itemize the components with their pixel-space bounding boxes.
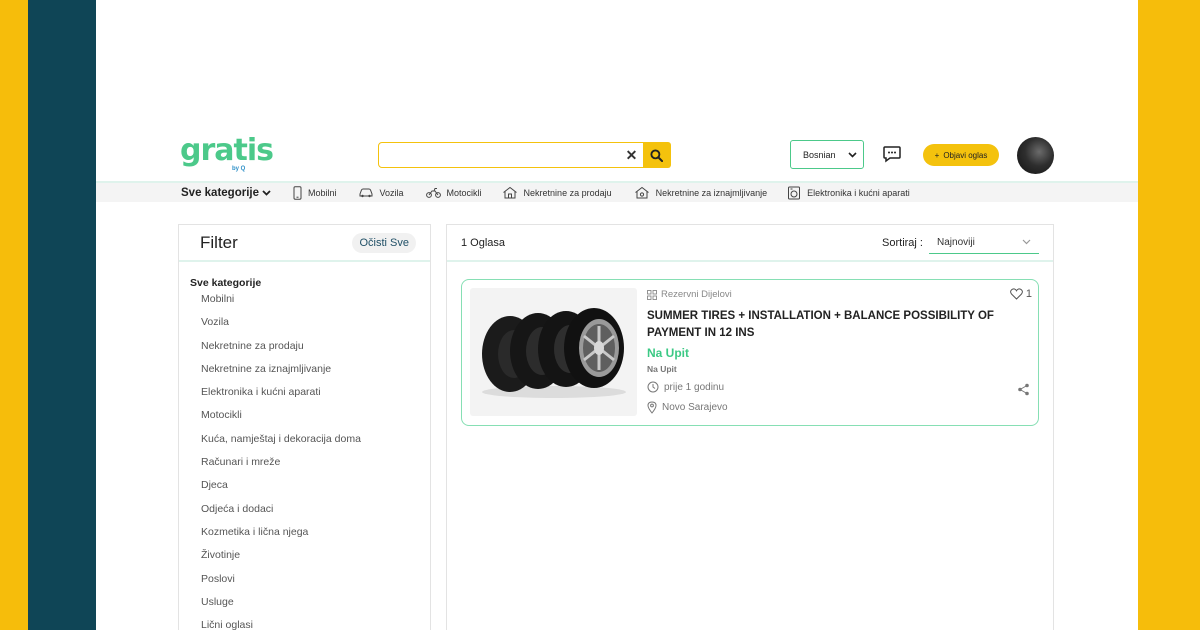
all-categories-label: Sve kategorije	[181, 186, 259, 199]
category-label: Nekretnine za iznajmljivanje	[655, 187, 768, 198]
category-nav: Sve kategorije Mobilni Vozila Motocikli …	[96, 181, 1138, 202]
chevron-down-icon	[262, 189, 271, 196]
listing-location: Novo Sarajevo	[647, 401, 728, 414]
favorite-count: 1	[1025, 288, 1032, 300]
favorite-button[interactable]: 1	[1009, 288, 1032, 300]
logo-subtext: by Q	[232, 166, 246, 172]
filter-category-item[interactable]: Vozila	[201, 316, 361, 339]
listing-category-label: Rezervni Dijelovi	[661, 289, 732, 300]
filter-category-list: Mobilni Vozila Nekretnine za prodaju Nek…	[201, 293, 361, 630]
clear-search-icon[interactable]: ✕	[621, 144, 643, 166]
language-value: Bosnian	[803, 149, 836, 160]
chevron-down-icon	[848, 151, 857, 158]
filter-category-item[interactable]: Djeca	[201, 479, 361, 502]
category-label: Elektronika i kućni aparati	[807, 187, 910, 198]
listing-location-label: Novo Sarajevo	[662, 402, 728, 413]
all-categories-dropdown[interactable]: Sve kategorije	[181, 187, 271, 199]
filter-category-item[interactable]: Usluge	[201, 596, 361, 619]
category-label: Nekretnine za prodaju	[523, 187, 612, 198]
motorcycle-icon	[425, 188, 441, 198]
filter-category-item[interactable]: Nekretnine za iznajmljivanje	[201, 363, 361, 386]
category-mobilni[interactable]: Mobilni	[293, 185, 337, 200]
sort-value: Najnoviji	[937, 236, 975, 248]
listing-image[interactable]	[470, 288, 637, 416]
category-nekretnine-iznajmljivanje[interactable]: Nekretnine za iznajmljivanje	[634, 186, 768, 199]
results-count: 1 Oglasa	[461, 236, 506, 249]
filter-title: Filter	[200, 232, 238, 252]
filter-category-item[interactable]: Poslovi	[201, 573, 361, 596]
search-icon	[650, 148, 663, 162]
listing-price-note: Na Upit	[647, 364, 677, 374]
frame-dark-band	[28, 0, 96, 630]
grid-icon	[647, 289, 657, 300]
phone-icon	[293, 185, 302, 200]
results-panel: 1 Oglasa Sortiraj : Najnoviji Rezervni D…	[446, 224, 1054, 630]
filter-category-item[interactable]: Motocikli	[201, 409, 361, 432]
category-nekretnine-prodaja[interactable]: Nekretnine za prodaju	[502, 186, 612, 199]
heart-icon	[1009, 288, 1023, 300]
results-header: 1 Oglasa Sortiraj : Najnoviji	[447, 225, 1053, 262]
category-label: Mobilni	[307, 187, 337, 198]
plus-icon: +	[934, 150, 940, 160]
filter-category-item[interactable]: Elektronika i kućni aparati	[201, 386, 361, 409]
house-sale-icon	[502, 186, 517, 199]
share-icon[interactable]	[1017, 383, 1030, 396]
filter-category-item[interactable]: Mobilni	[201, 293, 361, 316]
user-avatar[interactable]	[1017, 137, 1054, 174]
search-button[interactable]	[642, 142, 671, 168]
appliance-icon	[788, 186, 801, 199]
category-label: Motocikli	[446, 187, 482, 198]
clock-icon	[647, 381, 659, 393]
listing-price: Na Upit	[647, 346, 689, 360]
filter-category-item[interactable]: Kozmetika i lična njega	[201, 526, 361, 549]
listing-card[interactable]: Rezervni Dijelovi 1 SUMMER TIRES + INSTA…	[461, 279, 1039, 426]
clear-filters-button[interactable]: Očisti Sve	[352, 232, 416, 253]
filter-category-item[interactable]: Životinje	[201, 549, 361, 572]
listing-time: prije 1 godinu	[647, 381, 724, 393]
location-pin-icon	[647, 401, 657, 414]
listing-time-label: prije 1 godinu	[664, 381, 725, 393]
car-icon	[359, 188, 372, 198]
filter-category-item[interactable]: Odjeća i dodaci	[201, 503, 361, 526]
browser-page: gratis by Q ✕ Bosnian + Objavi oglas Sve…	[96, 0, 1138, 630]
filter-panel: Filter Očisti Sve Sve kategorije Mobilni…	[178, 224, 431, 630]
filter-category-item[interactable]: Nekretnine za prodaju	[201, 340, 361, 363]
post-ad-label: Objavi oglas	[943, 150, 988, 160]
search-input[interactable]	[379, 143, 621, 167]
language-select[interactable]: Bosnian	[790, 140, 864, 169]
category-label: Vozila	[379, 187, 404, 198]
listing-category: Rezervni Dijelovi	[647, 289, 732, 300]
category-vozila[interactable]: Vozila	[358, 187, 404, 198]
house-rent-icon	[634, 186, 649, 199]
chevron-down-icon	[1022, 239, 1031, 245]
logo-text: gratis	[180, 133, 274, 168]
post-ad-button[interactable]: + Objavi oglas	[923, 144, 999, 166]
frame-right-yellow	[1138, 0, 1200, 630]
filter-category-item[interactable]: Lični oglasi	[201, 619, 361, 630]
category-motocikli[interactable]: Motocikli	[425, 187, 482, 198]
filter-header: Filter Očisti Sve	[179, 225, 430, 262]
sort-control: Sortiraj : Najnoviji	[882, 232, 1039, 254]
sort-select[interactable]: Najnoviji	[929, 232, 1039, 254]
sort-label: Sortiraj :	[882, 236, 923, 249]
category-elektronika[interactable]: Elektronika i kućni aparati	[787, 186, 910, 200]
frame-left-yellow	[0, 0, 28, 630]
search-bar: ✕	[378, 142, 671, 168]
listing-title[interactable]: SUMMER TIRES + INSTALLATION + BALANCE PO…	[647, 308, 1017, 342]
filter-root-category[interactable]: Sve kategorije	[190, 277, 261, 289]
chat-icon[interactable]	[882, 145, 902, 163]
filter-category-item[interactable]: Računari i mreže	[201, 456, 361, 479]
site-logo[interactable]: gratis by Q	[180, 133, 274, 176]
tires-image	[482, 308, 626, 398]
filter-category-item[interactable]: Kuća, namještaj i dekoracija doma	[201, 433, 361, 456]
